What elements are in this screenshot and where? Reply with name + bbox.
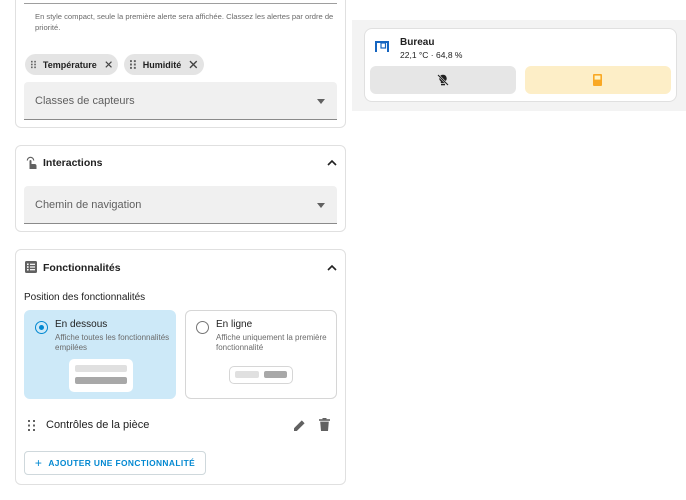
- option-description: Affiche uniquement la première fonctionn…: [216, 333, 327, 352]
- dropdown-arrow-icon: [317, 203, 325, 208]
- features-title: Fonctionnalités: [43, 262, 121, 274]
- field-bottom-edge: [24, 3, 337, 4]
- close-icon[interactable]: [105, 60, 112, 69]
- chevron-up-icon[interactable]: [327, 159, 337, 166]
- radio-unselected-icon[interactable]: [196, 321, 209, 334]
- plus-icon: +: [34, 456, 43, 470]
- card-editor-screen: En style compact, seule la première aler…: [0, 0, 686, 500]
- stacked-layout-illustration: [69, 359, 133, 392]
- chip-label: Température: [42, 59, 97, 70]
- gesture-tap-icon: [26, 156, 37, 169]
- illustration-bar: [75, 377, 127, 384]
- option-inline[interactable]: En ligne Affiche uniquement la première …: [185, 310, 337, 399]
- desk-icon: [375, 41, 389, 52]
- sensor-classes-select[interactable]: Classes de capteurs: [24, 82, 337, 120]
- door-icon: [593, 74, 602, 86]
- illustration-bar: [264, 371, 287, 378]
- trash-icon[interactable]: [319, 418, 330, 431]
- illustration-bar: [235, 371, 259, 378]
- interactions-header[interactable]: Interactions: [16, 146, 345, 178]
- door-button[interactable]: [525, 66, 671, 94]
- chip-temperature[interactable]: Température: [25, 54, 118, 75]
- chevron-up-icon[interactable]: [327, 264, 337, 271]
- option-description: Affiche toutes les fonctionnalités empil…: [55, 333, 170, 352]
- room-state: 22,1 °C · 64,8 %: [400, 50, 463, 60]
- drag-handle-icon[interactable]: [130, 60, 136, 69]
- dropdown-arrow-icon: [317, 99, 325, 104]
- sensor-classes-label: Classes de capteurs: [35, 95, 135, 107]
- interactions-title: Interactions: [43, 157, 103, 169]
- features-header[interactable]: Fonctionnalités: [16, 250, 345, 282]
- navigation-path-label: Chemin de navigation: [35, 199, 142, 211]
- chip-label: Humidité: [142, 59, 182, 70]
- feature-row: Contrôles de la pièce: [24, 412, 337, 438]
- illustration-bar: [75, 365, 127, 372]
- room-name: Bureau: [400, 37, 435, 48]
- interactions-card: Interactions Chemin de navigation: [15, 145, 346, 232]
- navigation-path-select[interactable]: Chemin de navigation: [24, 186, 337, 224]
- close-icon[interactable]: [189, 60, 198, 69]
- radio-dot: [38, 324, 44, 330]
- features-position-label: Position des fonctionnalités: [24, 292, 146, 303]
- feature-name: Contrôles de la pièce: [46, 419, 150, 431]
- inline-layout-illustration: [229, 366, 293, 384]
- light-toggle-button[interactable]: [370, 66, 516, 94]
- lightbulb-off-icon: [437, 74, 449, 86]
- chip-humidity[interactable]: Humidité: [124, 54, 204, 75]
- drag-handle-icon[interactable]: [31, 60, 36, 69]
- drag-handle-icon[interactable]: [28, 420, 35, 431]
- list-box-icon: [25, 261, 37, 273]
- add-feature-label: AJOUTER UNE FONCTIONNALITÉ: [48, 458, 196, 468]
- option-below[interactable]: En dessous Affiche toutes les fonctionna…: [24, 310, 176, 399]
- tile-card-preview[interactable]: Bureau 22,1 °C · 64,8 %: [364, 28, 677, 102]
- pencil-icon[interactable]: [293, 419, 306, 432]
- alerts-order-note: En style compact, seule la première aler…: [35, 12, 334, 32]
- option-title: En ligne: [216, 319, 253, 330]
- option-title: En dessous: [55, 319, 108, 330]
- radio-selected-icon[interactable]: [35, 321, 48, 334]
- add-feature-button[interactable]: + AJOUTER UNE FONCTIONNALITÉ: [24, 451, 206, 475]
